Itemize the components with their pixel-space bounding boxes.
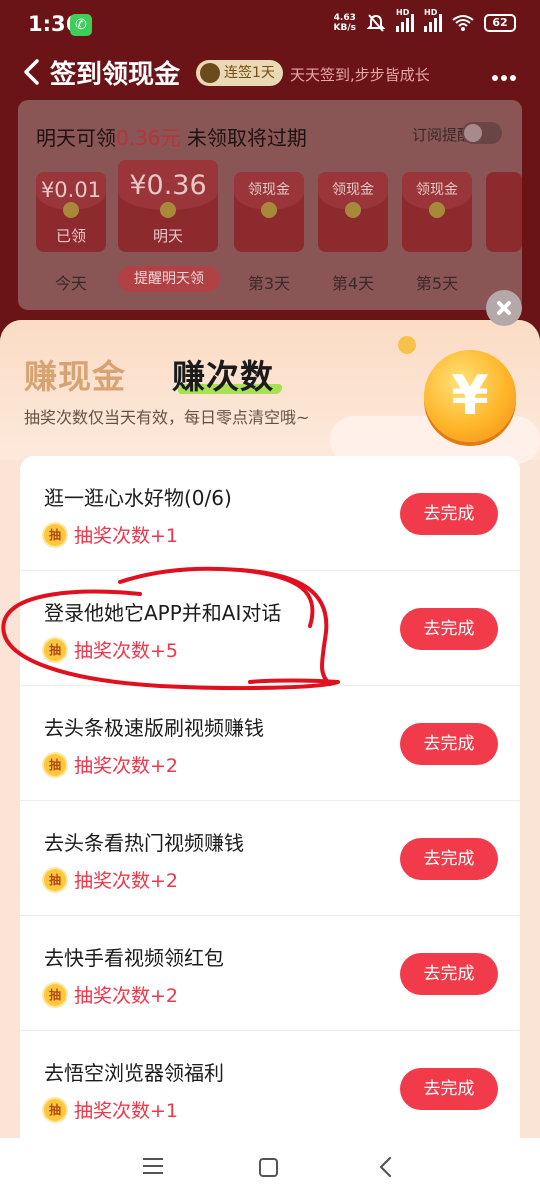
- go-complete-button[interactable]: 去完成: [400, 1068, 498, 1110]
- go-complete-button[interactable]: 去完成: [400, 838, 498, 880]
- go-complete-button[interactable]: 去完成: [400, 608, 498, 650]
- reward-text: 抽奖次数+2: [74, 985, 179, 1007]
- tomorrow-suffix: 未领取将过期: [180, 126, 307, 150]
- task-reward: 抽 抽奖次数+5: [44, 636, 178, 663]
- task-list: 逛一逛心水好物(0/6) 抽 抽奖次数+1 去完成 登录他她它APP并和AI对话…: [20, 456, 520, 1140]
- sheet-subtitle: 抽奖次数仅当天有效，每日零点清空哦~: [24, 408, 310, 427]
- task-item: 去悟空浏览器领福利 抽 抽奖次数+1 去完成: [20, 1031, 520, 1140]
- reward-text: 抽奖次数+2: [74, 870, 179, 892]
- task-reward: 抽 抽奖次数+2: [44, 866, 178, 893]
- envelope-seal-icon: [160, 202, 176, 218]
- lottery-icon: 抽: [44, 753, 66, 776]
- network-speed-value: 4.63: [333, 13, 356, 23]
- battery-icon: 62: [484, 14, 516, 32]
- tab-earn-times[interactable]: 赚次数: [172, 350, 274, 398]
- day-envelope-4[interactable]: 领现金: [318, 172, 388, 252]
- signin-card: 明天可领0.36元 未领取将过期 订阅提醒 ¥0.01 已领 ¥0.36 明天 …: [18, 100, 522, 310]
- task-title: 去悟空浏览器领福利: [44, 1061, 224, 1085]
- day-envelope-1[interactable]: ¥0.01 已领: [36, 172, 106, 252]
- nav-back-icon[interactable]: [376, 1156, 396, 1178]
- status-indicators: 4.63 KB/s HD HD 62: [334, 8, 516, 33]
- remind-tomorrow-button[interactable]: 提醒明天领: [118, 266, 220, 292]
- task-title: 去头条看热门视频赚钱: [44, 831, 244, 855]
- more-options-icon[interactable]: [492, 66, 522, 81]
- day-envelope-3[interactable]: 领现金: [234, 172, 304, 252]
- go-complete-button[interactable]: 去完成: [400, 493, 498, 535]
- go-complete-button[interactable]: 去完成: [400, 953, 498, 995]
- lottery-icon: 抽: [44, 868, 66, 891]
- page-header: 签到领现金 连签1天 天天签到,步步皆成长: [0, 52, 540, 92]
- small-coin-icon: [398, 336, 416, 354]
- envelope-seal-icon: [429, 202, 445, 218]
- reward-text: 抽奖次数+1: [74, 1100, 179, 1122]
- status-bar: 1:36 ✆ 4.63 KB/s HD HD 62: [0, 0, 540, 52]
- close-sheet-button[interactable]: [486, 290, 522, 326]
- page-title: 签到领现金: [50, 60, 181, 90]
- streak-badge: 连签1天: [196, 60, 283, 86]
- day-label-1: 今天: [54, 274, 87, 293]
- network-type-1: HD: [396, 8, 410, 17]
- phone-app-icon: ✆: [70, 14, 92, 36]
- coin-symbol: ¥: [451, 364, 489, 427]
- lottery-icon: 抽: [44, 1098, 66, 1121]
- signal-icon-2: HD: [424, 8, 442, 32]
- wifi-icon: [452, 15, 474, 31]
- recent-apps-icon[interactable]: [143, 1158, 163, 1176]
- network-type-2: HD: [424, 8, 438, 17]
- envelope-seal-icon: [261, 202, 277, 218]
- day-label-5: 第5天: [415, 274, 459, 293]
- lottery-icon: 抽: [44, 983, 66, 1006]
- earn-times-sheet: ¥ 赚现金 赚次数 抽奖次数仅当天有效，每日零点清空哦~ 逛一逛心水好物(0/6…: [0, 320, 540, 1140]
- day-status: 已领: [55, 227, 86, 245]
- envelope-seal-icon: [63, 202, 79, 218]
- home-icon[interactable]: [259, 1158, 278, 1177]
- task-reward: 抽 抽奖次数+1: [44, 1096, 178, 1123]
- network-speed-unit: KB/s: [333, 23, 356, 33]
- mute-icon: [366, 14, 386, 32]
- tomorrow-amount: 0.36元: [116, 126, 181, 150]
- network-speed: 4.63 KB/s: [334, 13, 356, 33]
- header-slogan: 天天签到,步步皆成长: [290, 66, 430, 84]
- task-reward: 抽 抽奖次数+2: [44, 981, 178, 1008]
- day-envelope-partial: [486, 172, 522, 252]
- task-item: 登录他她它APP并和AI对话 抽 抽奖次数+5 去完成: [20, 571, 520, 686]
- tab-earn-cash[interactable]: 赚现金: [24, 350, 126, 398]
- envelope-seal-icon: [345, 202, 361, 218]
- tomorrow-prefix: 明天可领: [36, 126, 116, 150]
- task-reward: 抽 抽奖次数+2: [44, 751, 178, 778]
- day-envelope-2[interactable]: ¥0.36 明天: [118, 160, 218, 252]
- task-item: 去头条极速版刷视频赚钱 抽 抽奖次数+2 去完成: [20, 686, 520, 801]
- task-title: 去快手看视频领红包: [44, 946, 224, 970]
- lottery-icon: 抽: [44, 523, 66, 546]
- task-reward: 抽 抽奖次数+1: [44, 521, 178, 548]
- system-nav-bar: [0, 1138, 540, 1200]
- reward-text: 抽奖次数+1: [74, 525, 179, 547]
- yuan-coin-icon: ¥: [424, 350, 516, 442]
- signal-icon-1: HD: [396, 8, 414, 32]
- day-label-4: 第4天: [331, 274, 375, 293]
- day-label-3: 第3天: [247, 274, 291, 293]
- task-item: 逛一逛心水好物(0/6) 抽 抽奖次数+1 去完成: [20, 456, 520, 571]
- reward-text: 抽奖次数+2: [74, 755, 179, 777]
- day-envelope-5[interactable]: 领现金: [402, 172, 472, 252]
- task-item: 去头条看热门视频赚钱 抽 抽奖次数+2 去完成: [20, 801, 520, 916]
- reward-text: 抽奖次数+5: [74, 640, 179, 662]
- subscribe-remind-toggle[interactable]: [462, 122, 502, 144]
- lottery-icon: 抽: [44, 638, 66, 661]
- tomorrow-reward-line: 明天可领0.36元 未领取将过期: [36, 122, 307, 151]
- go-complete-button[interactable]: 去完成: [400, 723, 498, 765]
- task-title: 逛一逛心水好物(0/6): [44, 486, 232, 510]
- task-title: 去头条极速版刷视频赚钱: [44, 716, 264, 740]
- back-arrow-icon[interactable]: [20, 58, 44, 86]
- task-title: 登录他她它APP并和AI对话: [44, 601, 282, 625]
- task-item: 去快手看视频领红包 抽 抽奖次数+2 去完成: [20, 916, 520, 1031]
- day-status: 明天: [152, 227, 183, 245]
